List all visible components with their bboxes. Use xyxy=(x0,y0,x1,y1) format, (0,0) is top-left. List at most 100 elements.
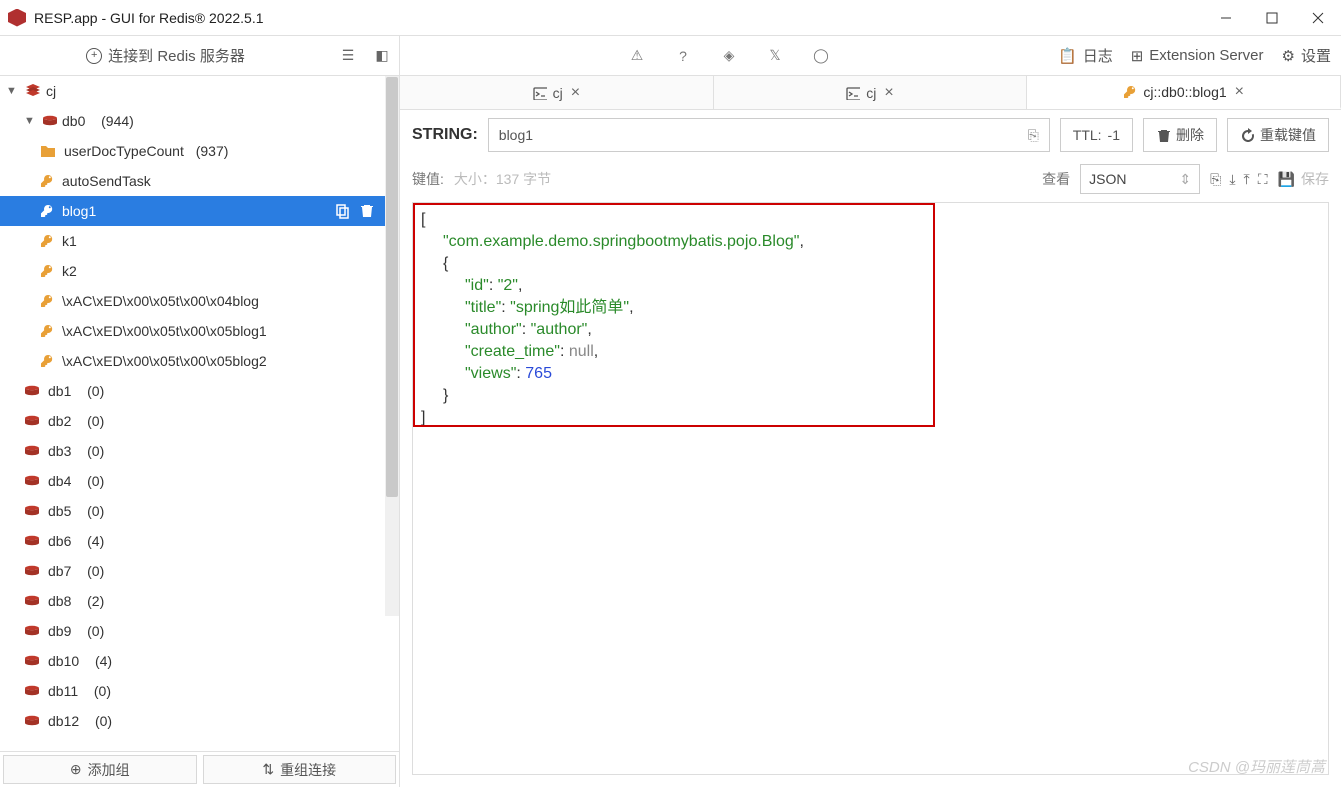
twitter-icon[interactable]: 𝕏 xyxy=(766,47,784,65)
connect-server-button[interactable]: + 连接到 Redis 服务器 xyxy=(0,36,331,75)
copy-icon[interactable]: ⎘ xyxy=(1028,127,1039,144)
key-tree: ▼cj ▼db0 (944) userDocTypeCount (937) au… xyxy=(0,76,399,751)
chevron-updown-icon: ⇕ xyxy=(1179,171,1191,188)
plus-circle-icon: + xyxy=(86,48,102,64)
value-toolbar: 键值: 大小：137 字节 查看 JSON⇕ ⎘ ⤓ ⤒ ⛶ 💾保存 xyxy=(400,160,1341,202)
key-icon xyxy=(1123,85,1137,99)
copy-icon[interactable] xyxy=(335,203,351,219)
terminal-icon xyxy=(846,86,860,100)
tab-cj-2[interactable]: cj× xyxy=(714,76,1028,109)
import-icon[interactable]: ⤒ xyxy=(1244,171,1250,188)
settings-button[interactable]: ⚙设置 xyxy=(1282,45,1331,66)
redis-icon xyxy=(24,83,42,99)
type-label: STRING: xyxy=(412,126,478,144)
folder-node[interactable]: userDocTypeCount (937) xyxy=(0,136,399,166)
view-label: 查看 xyxy=(1042,169,1070,189)
content-pane: cj× cj× cj::db0::blog1× STRING: blog1⎘ T… xyxy=(400,76,1341,787)
help-icon[interactable]: ? xyxy=(674,47,692,65)
value-label: 键值: xyxy=(412,169,444,189)
database-icon xyxy=(24,685,40,697)
connect-label: 连接到 Redis 服务器 xyxy=(108,45,245,66)
tab-cj-1[interactable]: cj× xyxy=(400,76,714,109)
close-icon[interactable]: × xyxy=(884,84,893,102)
database-icon xyxy=(24,535,40,547)
key-node[interactable]: \xAC\xED\x00\x05t\x00\x04blog xyxy=(0,286,399,316)
maximize-button[interactable] xyxy=(1249,0,1295,36)
add-group-button[interactable]: ⊕添加组 xyxy=(3,755,197,784)
db-node[interactable]: db2 (0) xyxy=(0,406,399,436)
size-hint: 大小：137 字节 xyxy=(454,169,551,189)
db-node[interactable]: db6 (4) xyxy=(0,526,399,556)
delete-icon[interactable] xyxy=(359,203,375,219)
close-button[interactable] xyxy=(1295,0,1341,36)
database-icon xyxy=(24,445,40,457)
swap-icon: ⇅ xyxy=(262,761,274,778)
db-node[interactable]: db7 (0) xyxy=(0,556,399,586)
key-node[interactable]: k1 xyxy=(0,226,399,256)
db-node[interactable]: db5 (0) xyxy=(0,496,399,526)
telegram-icon[interactable]: ◈ xyxy=(720,47,738,65)
reload-button[interactable]: 重载键值 xyxy=(1227,118,1329,152)
db-node[interactable]: db3 (0) xyxy=(0,436,399,466)
list-view-button[interactable]: ☰ xyxy=(331,36,365,75)
value-editor[interactable]: [ "com.example.demo.springbootmybatis.po… xyxy=(412,202,1329,775)
github-icon[interactable]: ◯ xyxy=(812,47,830,65)
key-node[interactable]: \xAC\xED\x00\x05t\x00\x05blog1 xyxy=(0,316,399,346)
key-icon xyxy=(40,294,54,308)
key-toolbar: STRING: blog1⎘ TTL:-1 删除 重载键值 xyxy=(400,110,1341,160)
key-icon xyxy=(40,264,54,278)
clipboard-icon: 📋 xyxy=(1058,47,1077,65)
collapse-panel-button[interactable]: ◧ xyxy=(365,36,399,75)
save-icon: 💾 xyxy=(1278,171,1295,188)
db-node[interactable]: db12 (0) xyxy=(0,706,399,736)
ttl-button[interactable]: TTL:-1 xyxy=(1060,118,1133,152)
minimize-button[interactable] xyxy=(1203,0,1249,36)
terminal-icon xyxy=(533,86,547,100)
log-button[interactable]: 📋日志 xyxy=(1058,45,1113,66)
database-icon xyxy=(24,595,40,607)
db-node-db0[interactable]: ▼db0 (944) xyxy=(0,106,399,136)
top-toolbar: + 连接到 Redis 服务器 ☰ ◧ ⚠ ? ◈ 𝕏 ◯ 📋日志 ⊞Exten… xyxy=(0,36,1341,76)
format-select[interactable]: JSON⇕ xyxy=(1080,164,1200,194)
fullscreen-icon[interactable]: ⛶ xyxy=(1258,171,1268,188)
key-name-input[interactable]: blog1⎘ xyxy=(488,118,1050,152)
key-icon xyxy=(40,234,54,248)
db-node[interactable]: db10 (4) xyxy=(0,646,399,676)
sidebar-scrollbar[interactable] xyxy=(385,76,399,616)
key-icon xyxy=(40,324,54,338)
database-icon xyxy=(24,475,40,487)
key-node[interactable]: \xAC\xED\x00\x05t\x00\x05blog2 xyxy=(0,346,399,376)
db-node[interactable]: db4 (0) xyxy=(0,466,399,496)
db-node[interactable]: db9 (0) xyxy=(0,616,399,646)
scroll-thumb[interactable] xyxy=(386,77,398,497)
gear-icon: ⚙ xyxy=(1282,47,1295,65)
close-icon[interactable]: × xyxy=(571,84,580,102)
watermark: CSDN @玛丽莲茼蒿 xyxy=(1188,756,1325,777)
regroup-button[interactable]: ⇅重组连接 xyxy=(203,755,397,784)
db-node[interactable]: db11 (0) xyxy=(0,676,399,706)
copy-value-icon[interactable]: ⎘ xyxy=(1210,171,1221,188)
close-icon[interactable]: × xyxy=(1235,83,1244,101)
window-title: RESP.app - GUI for Redis® 2022.5.1 xyxy=(34,10,1203,26)
database-icon xyxy=(24,415,40,427)
db-node[interactable]: db1 (0) xyxy=(0,376,399,406)
export-icon[interactable]: ⤓ xyxy=(1229,171,1235,188)
delete-button[interactable]: 删除 xyxy=(1143,118,1217,152)
database-icon xyxy=(24,715,40,727)
key-node[interactable]: k2 xyxy=(0,256,399,286)
tab-blog1[interactable]: cj::db0::blog1× xyxy=(1027,76,1341,109)
key-icon xyxy=(40,174,54,188)
database-icon xyxy=(24,565,40,577)
database-icon xyxy=(24,655,40,667)
key-icon xyxy=(40,204,54,218)
database-icon xyxy=(24,505,40,517)
db-node[interactable]: db8 (2) xyxy=(0,586,399,616)
key-node[interactable]: autoSendTask xyxy=(0,166,399,196)
connection-node[interactable]: ▼cj xyxy=(0,76,399,106)
save-button[interactable]: 💾保存 xyxy=(1278,169,1329,189)
key-node-selected[interactable]: blog1 xyxy=(0,196,399,226)
extension-server-button[interactable]: ⊞Extension Server xyxy=(1131,47,1264,65)
reload-icon xyxy=(1240,128,1254,142)
extension-icon: ⊞ xyxy=(1131,47,1144,65)
warning-icon[interactable]: ⚠ xyxy=(628,47,646,65)
